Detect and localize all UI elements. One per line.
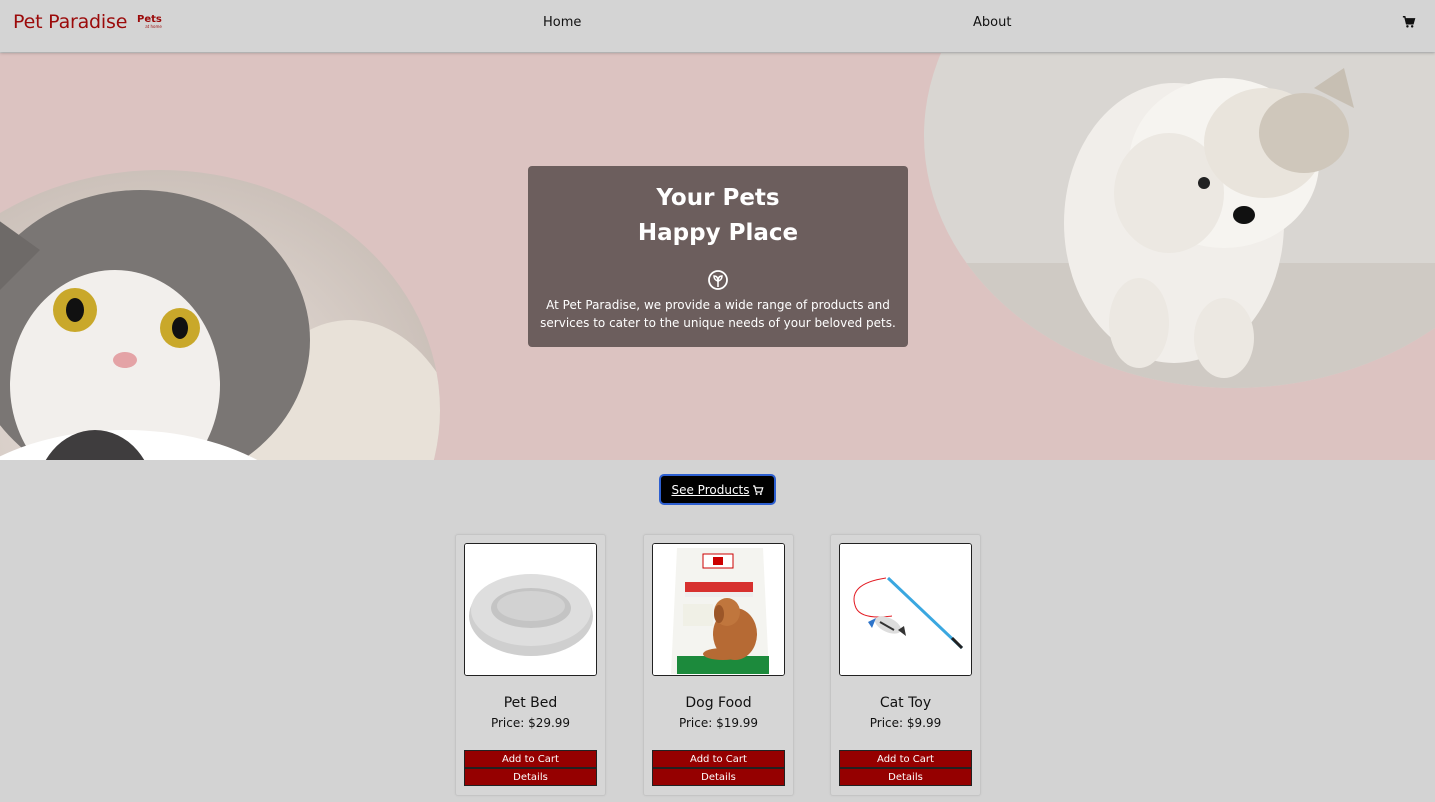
product-card-cat-toy: Cat Toy Price: $9.99 Add to Cart Details <box>830 534 981 796</box>
brand-badge: Pets at home <box>137 15 162 29</box>
hero-title-line1: Your Pets <box>656 185 780 211</box>
add-to-cart-button[interactable]: Add to Cart <box>464 750 597 768</box>
product-name: Dog Food <box>685 695 752 711</box>
shopping-cart-icon[interactable] <box>1402 14 1416 28</box>
product-price: Price: $9.99 <box>869 716 942 730</box>
hero-section: Your Pets Happy Place At Pet Paradise, w… <box>0 53 1435 460</box>
see-products-label: See Products <box>671 482 750 497</box>
add-to-cart-button[interactable]: Add to Cart <box>652 750 785 768</box>
product-card-dog-food: Dog Food Price: $19.99 Add to Cart Detai… <box>643 534 794 796</box>
nav-link-about[interactable]: About <box>973 15 1011 30</box>
brand-logo[interactable]: Pet Paradise <box>13 11 127 33</box>
cat-toy-image[interactable] <box>839 543 972 676</box>
paw-plant-icon <box>707 269 729 291</box>
product-card-pet-bed: Pet Bed Price: $29.99 Add to Cart Detail… <box>455 534 606 796</box>
hero-title-line2: Happy Place <box>637 220 799 246</box>
product-name: Cat Toy <box>879 695 932 711</box>
dog-photo <box>924 53 1435 388</box>
product-price: Price: $29.99 <box>490 716 571 730</box>
brand-badge-subtext: at home <box>145 24 162 29</box>
see-products-button[interactable]: See Products <box>659 474 776 505</box>
details-button[interactable]: Details <box>652 768 785 786</box>
pet-bed-image[interactable] <box>464 543 597 676</box>
nav-link-home[interactable]: Home <box>543 15 581 30</box>
details-button[interactable]: Details <box>464 768 597 786</box>
dog-food-image[interactable] <box>652 543 785 676</box>
product-name: Pet Bed <box>503 695 558 711</box>
add-to-cart-button[interactable]: Add to Cart <box>839 750 972 768</box>
cart-icon <box>752 484 763 495</box>
cat-photo <box>0 170 440 460</box>
hero-card: Your Pets Happy Place At Pet Paradise, w… <box>528 166 908 347</box>
navbar: Pet Paradise Pets at home Home About <box>0 0 1435 52</box>
product-price: Price: $19.99 <box>678 716 759 730</box>
details-button[interactable]: Details <box>839 768 972 786</box>
hero-description: At Pet Paradise, we provide a wide range… <box>540 298 896 330</box>
